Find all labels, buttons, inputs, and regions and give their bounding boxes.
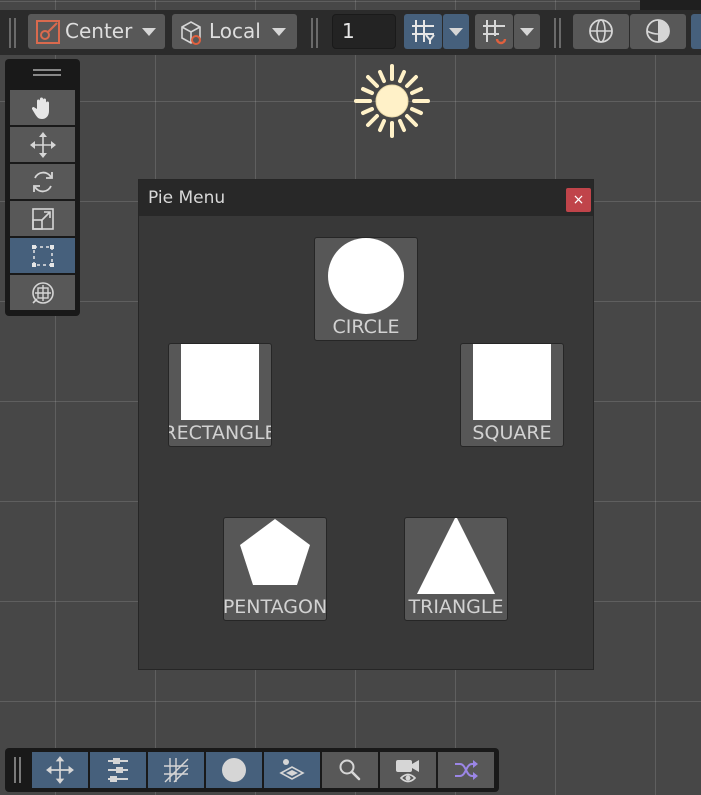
square-shape-icon (473, 344, 551, 420)
grid-overlay-button[interactable] (148, 752, 204, 788)
chevron-down-icon (142, 28, 156, 36)
grid-snap-icon (412, 20, 435, 44)
pivot-mode-label: Center (65, 19, 133, 43)
scale-tool-button[interactable] (10, 201, 75, 236)
pie-item-label: RECTANGLE (168, 422, 272, 444)
pie-menu-window: Pie Menu × CIRCLE RECTANGLE SQUARE PENTA… (138, 179, 594, 670)
rectangle-shape-icon (181, 344, 259, 420)
transform-tool-button[interactable] (10, 275, 75, 310)
chevron-down-icon (449, 28, 463, 36)
chevron-down-icon (520, 28, 534, 36)
rotate-icon (32, 171, 53, 192)
move-overlay-button[interactable] (32, 752, 88, 788)
triangle-shape-icon (417, 518, 495, 594)
window-edge (640, 0, 701, 10)
pie-item-circle[interactable]: CIRCLE (314, 237, 418, 341)
move-tool-button[interactable] (10, 127, 75, 162)
scene-toolbar: Center Local 1 (0, 10, 701, 55)
grid-snap-value-input[interactable]: 1 (332, 14, 396, 49)
pie-item-square[interactable]: SQUARE (460, 343, 564, 447)
shape-overlay-button[interactable] (206, 752, 262, 788)
pie-item-label: TRIANGLE (408, 596, 504, 618)
camera-visibility-button[interactable] (380, 752, 436, 788)
sphere-icon (646, 19, 670, 43)
local-cube-icon (181, 21, 201, 45)
toolbar-grip[interactable] (9, 18, 17, 48)
overlay-drag-handle[interactable] (33, 69, 61, 77)
pivot-rotation-dropdown[interactable]: Local (172, 14, 297, 49)
pie-item-pentagon[interactable]: PENTAGON (223, 517, 327, 621)
pivot-mode-dropdown[interactable]: Center (28, 14, 165, 49)
globe-icon (589, 19, 613, 43)
toolbar-grip[interactable] (311, 18, 319, 48)
scale-icon (31, 207, 54, 230)
tools-overlay (5, 59, 80, 316)
search-icon (339, 759, 361, 781)
shading-mode-button[interactable] (630, 14, 686, 49)
transform-icon (31, 281, 54, 304)
close-button[interactable]: × (566, 188, 591, 212)
hand-icon (31, 97, 49, 119)
rect-tool-button[interactable] (10, 238, 75, 273)
shuffle-icon (455, 760, 478, 780)
hand-tool-button[interactable] (10, 90, 75, 125)
pie-item-label: CIRCLE (332, 316, 400, 338)
circle-icon (222, 758, 246, 782)
close-icon: × (572, 192, 585, 208)
sliders-icon (108, 758, 128, 782)
move-icon (29, 131, 56, 158)
pie-item-rectangle[interactable]: RECTANGLE (168, 343, 272, 447)
rotate-tool-button[interactable] (10, 164, 75, 199)
global-view-button[interactable] (573, 14, 629, 49)
bottom-overlay-toolbar (5, 748, 499, 792)
rect-icon (31, 244, 54, 267)
pie-item-label: PENTAGON (223, 596, 327, 618)
sliders-button[interactable] (90, 752, 146, 788)
shuffle-button[interactable] (438, 752, 494, 788)
layers-icon (279, 759, 305, 780)
layers-button[interactable] (264, 752, 320, 788)
pivot-center-icon (36, 20, 60, 44)
grid-hatch-icon (164, 758, 189, 783)
pivot-rotation-label: Local (209, 19, 261, 43)
toolbar-grip[interactable] (554, 18, 562, 48)
pie-item-triangle[interactable]: TRIANGLE (404, 517, 508, 621)
toolbar-grip[interactable] (14, 757, 22, 783)
camera-eye-icon (396, 760, 419, 783)
increment-snap-icon (483, 20, 507, 45)
shading-active-button[interactable] (691, 14, 701, 49)
pentagon-shape-icon (240, 519, 310, 585)
directional-light-sun-icon[interactable] (352, 62, 432, 140)
move-arrows-icon (46, 756, 74, 784)
pie-menu-title: Pie Menu (148, 188, 226, 208)
grid-snap-toggle[interactable] (404, 14, 442, 49)
chevron-down-icon (272, 28, 286, 36)
pie-menu-title-bar[interactable]: Pie Menu × (139, 180, 593, 216)
increment-snap-toggle[interactable] (475, 14, 513, 49)
increment-snap-dropdown[interactable] (514, 14, 540, 49)
grid-snap-dropdown[interactable] (443, 14, 469, 49)
circle-shape-icon (328, 238, 404, 314)
search-button[interactable] (322, 752, 378, 788)
pie-item-label: SQUARE (472, 422, 552, 444)
